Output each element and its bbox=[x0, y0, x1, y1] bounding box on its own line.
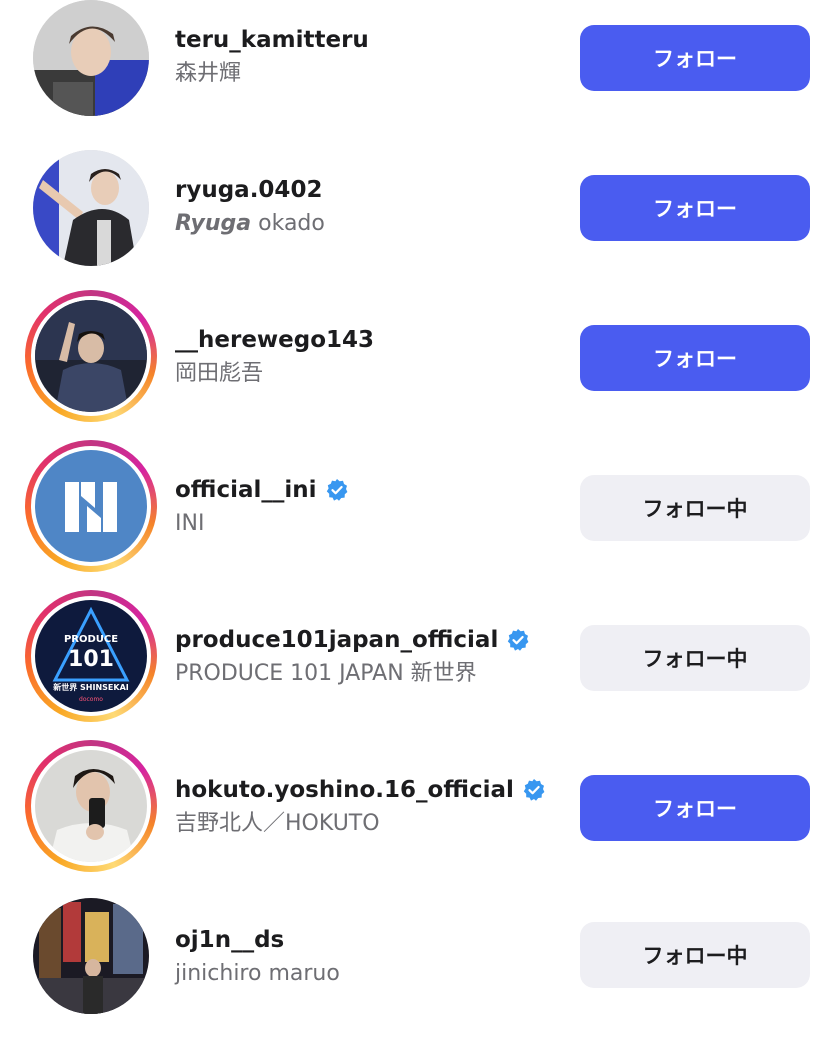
list-item[interactable]: oj1n__ds jinichiro maruo フォロー中 bbox=[0, 898, 834, 1050]
follow-button[interactable]: フォロー bbox=[580, 325, 810, 391]
username[interactable]: ryuga.0402 bbox=[175, 175, 565, 205]
full-name: Ryuga okado bbox=[175, 209, 565, 239]
avatar[interactable] bbox=[25, 440, 157, 572]
avatar[interactable] bbox=[25, 740, 157, 872]
avatar[interactable] bbox=[33, 0, 149, 116]
avatar[interactable] bbox=[33, 150, 149, 266]
suggested-users-list: teru_kamitteru 森井輝 フォロー ryuga.0402 Ryuga… bbox=[0, 0, 834, 1024]
svg-text:101: 101 bbox=[68, 647, 114, 672]
full-name: 岡田彪吾 bbox=[175, 361, 264, 386]
username[interactable]: hokuto.yoshino.16_official bbox=[175, 775, 565, 805]
username[interactable]: official__ini bbox=[175, 475, 565, 505]
list-item[interactable]: official__ini INI フォロー中 bbox=[0, 440, 834, 600]
list-item[interactable]: PRODUCE 101 新世界 SHINSEKAI docomo produce… bbox=[0, 590, 834, 750]
username-text[interactable]: produce101japan_official bbox=[175, 625, 498, 655]
list-item[interactable]: teru_kamitteru 森井輝 フォロー bbox=[0, 0, 834, 150]
username[interactable]: __herewego143 bbox=[175, 325, 565, 355]
username[interactable]: oj1n__ds bbox=[175, 925, 565, 955]
following-button[interactable]: フォロー中 bbox=[580, 475, 810, 541]
list-item[interactable]: ryuga.0402 Ryuga okado フォロー bbox=[0, 150, 834, 300]
full-name: INI bbox=[175, 511, 205, 536]
svg-text:PRODUCE: PRODUCE bbox=[64, 634, 118, 645]
full-name: jinichiro maruo bbox=[175, 961, 340, 986]
list-item[interactable]: hokuto.yoshino.16_official 吉野北人／HOKUTO フ… bbox=[0, 740, 834, 900]
verified-badge-icon bbox=[325, 478, 349, 502]
full-name-italic: Ryuga bbox=[175, 211, 252, 236]
avatar[interactable] bbox=[33, 898, 149, 1014]
follow-button[interactable]: フォロー bbox=[580, 25, 810, 91]
svg-text:docomo: docomo bbox=[79, 696, 103, 703]
full-name: PRODUCE 101 JAPAN 新世界 bbox=[175, 661, 477, 686]
svg-text:新世界 SHINSEKAI: 新世界 SHINSEKAI bbox=[53, 682, 129, 692]
avatar[interactable]: PRODUCE 101 新世界 SHINSEKAI docomo bbox=[25, 590, 157, 722]
avatar[interactable] bbox=[25, 290, 157, 422]
username-text[interactable]: official__ini bbox=[175, 475, 317, 505]
username[interactable]: produce101japan_official bbox=[175, 625, 565, 655]
follow-button[interactable]: フォロー bbox=[580, 775, 810, 841]
verified-badge-icon bbox=[522, 778, 546, 802]
full-name: 森井輝 bbox=[175, 61, 242, 86]
following-button[interactable]: フォロー中 bbox=[580, 922, 810, 988]
username-text[interactable]: hokuto.yoshino.16_official bbox=[175, 775, 514, 805]
full-name-rest: okado bbox=[251, 211, 325, 236]
following-button[interactable]: フォロー中 bbox=[580, 625, 810, 691]
full-name: 吉野北人／HOKUTO bbox=[175, 811, 380, 836]
verified-badge-icon bbox=[506, 628, 530, 652]
username[interactable]: teru_kamitteru bbox=[175, 25, 565, 55]
list-item[interactable]: __herewego143 岡田彪吾 フォロー bbox=[0, 290, 834, 450]
follow-button[interactable]: フォロー bbox=[580, 175, 810, 241]
